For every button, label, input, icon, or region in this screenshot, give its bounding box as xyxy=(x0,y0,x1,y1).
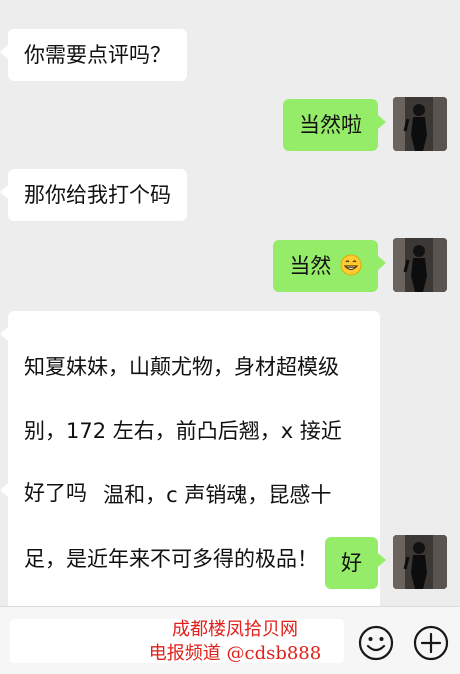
watermark-line: 成都楼凤拾贝网 xyxy=(172,619,298,640)
outgoing-message[interactable]: 当然 xyxy=(273,240,386,292)
chat-area[interactable]: 你需要点评吗？ 当然啦 那你给我打个码 当然 知夏妹妹，山颠尤物，身材超模级 别… xyxy=(0,0,460,615)
outgoing-message[interactable]: 当然啦 xyxy=(283,99,386,151)
user-avatar[interactable] xyxy=(393,238,447,292)
grinning-face-icon xyxy=(340,254,362,276)
message-line: 知夏妹妹，山颠尤物，身材超模级 xyxy=(24,355,339,379)
watermark-line: 电报频道 @cdsb888 xyxy=(148,643,322,664)
incoming-message[interactable]: 你需要点评吗？ xyxy=(0,29,187,81)
message-line: 足，是近年来不可多得的极品！ xyxy=(24,547,318,571)
message-text: 那你给我打个码 xyxy=(24,183,171,207)
message-text: 当然 xyxy=(289,254,332,278)
message-text: 当然啦 xyxy=(299,113,362,137)
incoming-message[interactable]: 那你给我打个码 xyxy=(0,169,187,221)
user-avatar[interactable] xyxy=(393,97,447,151)
smiley-face-icon[interactable] xyxy=(357,624,395,662)
incoming-message[interactable]: 好了吗 xyxy=(0,467,103,519)
plus-icon[interactable] xyxy=(412,624,450,662)
message-line: 别，172 左右，前凸后翘，x 接近 xyxy=(24,419,342,443)
watermark: 成都楼凤拾贝网 电报频道 @cdsb888 xyxy=(130,618,340,666)
message-text: 好了吗 xyxy=(24,481,87,505)
message-text: 好 xyxy=(341,551,362,575)
message-text: 你需要点评吗？ xyxy=(24,43,171,67)
outgoing-message[interactable]: 好 xyxy=(325,537,386,589)
user-avatar[interactable] xyxy=(393,535,447,589)
